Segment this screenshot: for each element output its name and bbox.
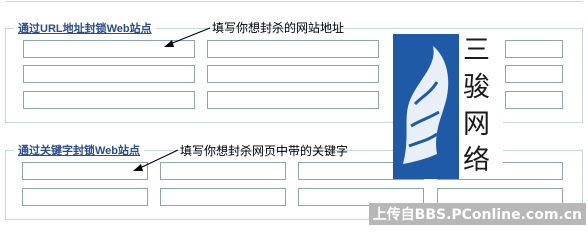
logo-char-4: 络 bbox=[463, 145, 490, 176]
brand-logo: 三 骏 网 络 bbox=[393, 34, 503, 179]
horse-emblem-icon bbox=[393, 34, 459, 179]
upload-watermark: 上传自BBS.PConline.com.cn bbox=[368, 203, 586, 225]
logo-char-3: 网 bbox=[463, 109, 490, 140]
logo-char-1: 三 bbox=[463, 35, 490, 66]
logo-char-2: 骏 bbox=[463, 72, 490, 103]
